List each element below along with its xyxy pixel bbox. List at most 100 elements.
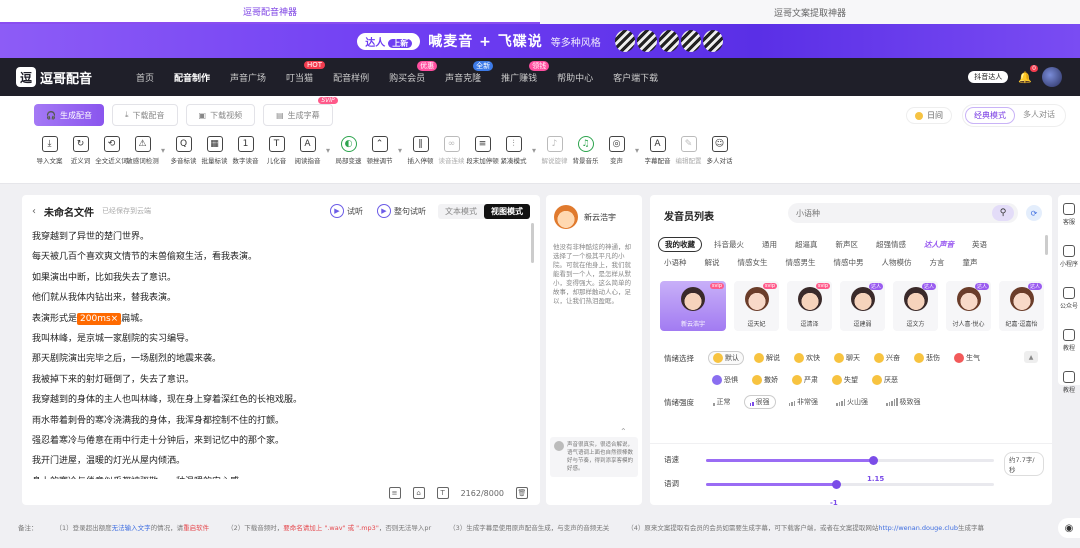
mode-tab-0[interactable]: 经典模式 [965,107,1015,124]
category-tab[interactable]: 情感男生 [780,256,822,269]
text-line[interactable]: 我穿越到的身体的主人也叫林峰，现在身上穿着深红色的长袍戏服。 [32,390,530,410]
dropdown-chevron-icon[interactable]: ▾ [395,136,405,155]
text-icon[interactable]: T [436,487,449,499]
download-video-button[interactable]: ▣ 下载视频 [185,104,256,126]
emotion-chip[interactable]: 悲伤 [910,352,944,364]
listen-button[interactable]: ▶ 试听 [330,204,363,218]
category-tab[interactable]: 情感中男 [828,256,870,269]
text-line[interactable]: 表演形式是 200ms× 扁城。 [32,309,530,329]
category-tab[interactable]: 达人声音 [918,238,960,251]
tool-21[interactable]: ◎ 变声 [601,136,632,165]
side-item-1[interactable]: 小程序 [1058,245,1080,279]
mode-tab-1[interactable]: 多人对话 [1015,107,1063,124]
pitch-slider[interactable]: -1 [706,480,994,507]
tool-15[interactable]: ∞ 读音连续 [436,136,467,165]
emotion-chip[interactable]: 厌恶 [868,374,902,386]
eye-icon[interactable]: ◉ [1058,518,1080,538]
emotion-chip[interactable]: 欢快 [790,352,824,364]
chevron-up-icon[interactable]: ⌃ [620,427,627,436]
format-icon[interactable]: ≡ [388,487,401,499]
tiktok-badge[interactable]: 抖音达人 [968,71,1009,83]
speed-slider[interactable]: 1.15 [706,456,994,483]
text-line[interactable]: 我叫林峰，是京城一家剧院的实习编导。 [32,329,530,349]
nav-item-2[interactable]: 声音广场 [220,71,276,84]
tool-16[interactable]: ≡ 段末加停顿 [466,136,499,165]
tool-11[interactable]: ◐ 局部变速 [333,136,364,165]
app-tab-0[interactable]: 逗哥配音神器 [0,0,540,24]
tool-20[interactable]: ♫ 背景音乐 [570,136,601,165]
voice-card[interactable]: 讨人喜·悦心 达人 [946,281,991,331]
nav-item-3[interactable]: 叮当猫 HOT [276,60,326,84]
dropdown-chevron-icon[interactable]: ▾ [632,136,642,155]
nav-item-8[interactable]: 帮助中心 [547,71,603,84]
category-tab[interactable]: 抖音最火 [708,238,750,251]
nav-item-6[interactable]: 声音克隆 全新 [435,60,494,84]
dropdown-chevron-icon[interactable]: ▾ [158,136,168,155]
text-line[interactable]: 身上的寒冷与倦意似乎都被驱散，一种温暖的安心感 [32,472,530,479]
tool-7[interactable]: 1 数字读音 [230,136,261,165]
tool-17[interactable]: ⫶ 紧凑模式 [498,136,529,165]
dropdown-chevron-icon[interactable]: ▾ [323,136,333,155]
tool-6[interactable]: ▦ 批量标读 [199,136,230,165]
trash-icon[interactable]: 🗑 [516,487,528,499]
voice-card[interactable]: 逗天妃 svip [734,281,779,331]
home-icon[interactable]: ⌂ [412,487,425,499]
category-tab[interactable]: 超逼真 [789,238,824,251]
tool-5[interactable]: Q 多音标读 [168,136,199,165]
nav-item-0[interactable]: 首页 [126,71,164,84]
category-tab[interactable]: 超强情感 [870,238,912,251]
generate-subtitle-button[interactable]: ▤ 生成字幕 SVIP [263,97,338,126]
emotion-chip[interactable]: 聊天 [830,352,864,364]
voice-card[interactable]: 逗文方 达人 [893,281,938,331]
category-tab[interactable]: 童声 [957,256,984,269]
download-audio-button[interactable]: ⤓ 下载配音 [111,104,178,126]
tool-8[interactable]: T 儿化音 [261,136,292,165]
side-item-0[interactable]: 客服 [1058,203,1080,237]
category-tab[interactable]: 小语种 [658,256,693,269]
text-line[interactable]: 雨水带着刺骨的寒冷浇满我的身体，我浑身都控制不住的打颤。 [32,411,530,431]
nav-item-9[interactable]: 客户端下载 [603,71,668,84]
text-line[interactable]: 如果演出中断，比如我失去了意识。 [32,268,530,288]
category-tab[interactable]: 方言 [924,256,951,269]
generate-audio-button[interactable]: 🎧 生成配音 [34,104,104,126]
category-tab[interactable]: 人物模仿 [876,256,918,269]
emotion-chip[interactable]: 恐惧 [708,374,742,386]
category-tab[interactable]: 解说 [699,256,726,269]
category-tab[interactable]: 情感女生 [732,256,774,269]
nav-item-1[interactable]: 配音制作 [164,71,220,84]
tool-0[interactable]: ⤓ 导入文案 [34,136,65,165]
tool-12[interactable]: ⌃ 顿挫调节 [364,136,395,165]
app-tab-1[interactable]: 逗哥文案提取神器 [540,0,1080,24]
sync-icon[interactable]: ⟳ [1026,205,1042,221]
text-line[interactable]: 他们就从我体内钻出来，替我表演。 [32,288,530,308]
pitch-knob[interactable] [832,480,841,489]
voice-card[interactable]: 逗建弱 达人 [840,281,885,331]
intensity-chip[interactable]: 很强 [743,395,776,409]
search-icon[interactable]: ⚲ [992,205,1014,221]
speed-knob[interactable] [869,456,878,465]
side-item-2[interactable]: 公众号 [1058,287,1080,321]
user-avatar[interactable] [1042,67,1062,87]
emotion-chip[interactable]: 默认 [708,351,744,365]
tool-19[interactable]: ♪ 解说旋律 [539,136,570,165]
editor-text-area[interactable]: 我穿越到了异世的楚门世界。 每天被几百个喜欢爽文情节的末兽偷窥生活，看我表演。 如果… [32,227,530,479]
intensity-chip[interactable]: 正常 [708,396,736,408]
side-item-4[interactable]: 教程 [1058,371,1080,405]
emotion-chip[interactable]: 生气 [950,352,984,364]
bell-icon[interactable]: 🔔 0 [1018,64,1038,84]
view-mode-tab[interactable]: 视图模式 [484,203,530,219]
back-icon[interactable]: ‹ [32,206,36,217]
category-tab[interactable]: 新声区 [830,238,865,251]
text-line[interactable]: 我穿越到了异世的楚门世界。 [32,227,530,247]
text-line[interactable]: 那天剧院演出完毕之后，一场剧烈的地震来袭。 [32,349,530,369]
tool-9[interactable]: A 阅读指音 [292,136,323,165]
intensity-chip[interactable]: 极致强 [881,396,926,408]
nav-item-7[interactable]: 推广赚钱 领钱 [491,60,550,84]
category-tab[interactable]: 英语 [966,238,993,251]
intensity-chip[interactable]: 非常强 [784,396,824,408]
text-line[interactable]: 我开门进屋，温暖的灯光从屋内倾洒。 [32,451,530,471]
tool-23[interactable]: A 字幕配音 [642,136,673,165]
collapse-icon[interactable]: ▲ [1024,351,1038,363]
tool-24[interactable]: ✎ 编辑配置 [673,136,704,165]
category-tab[interactable]: 通用 [756,238,783,251]
